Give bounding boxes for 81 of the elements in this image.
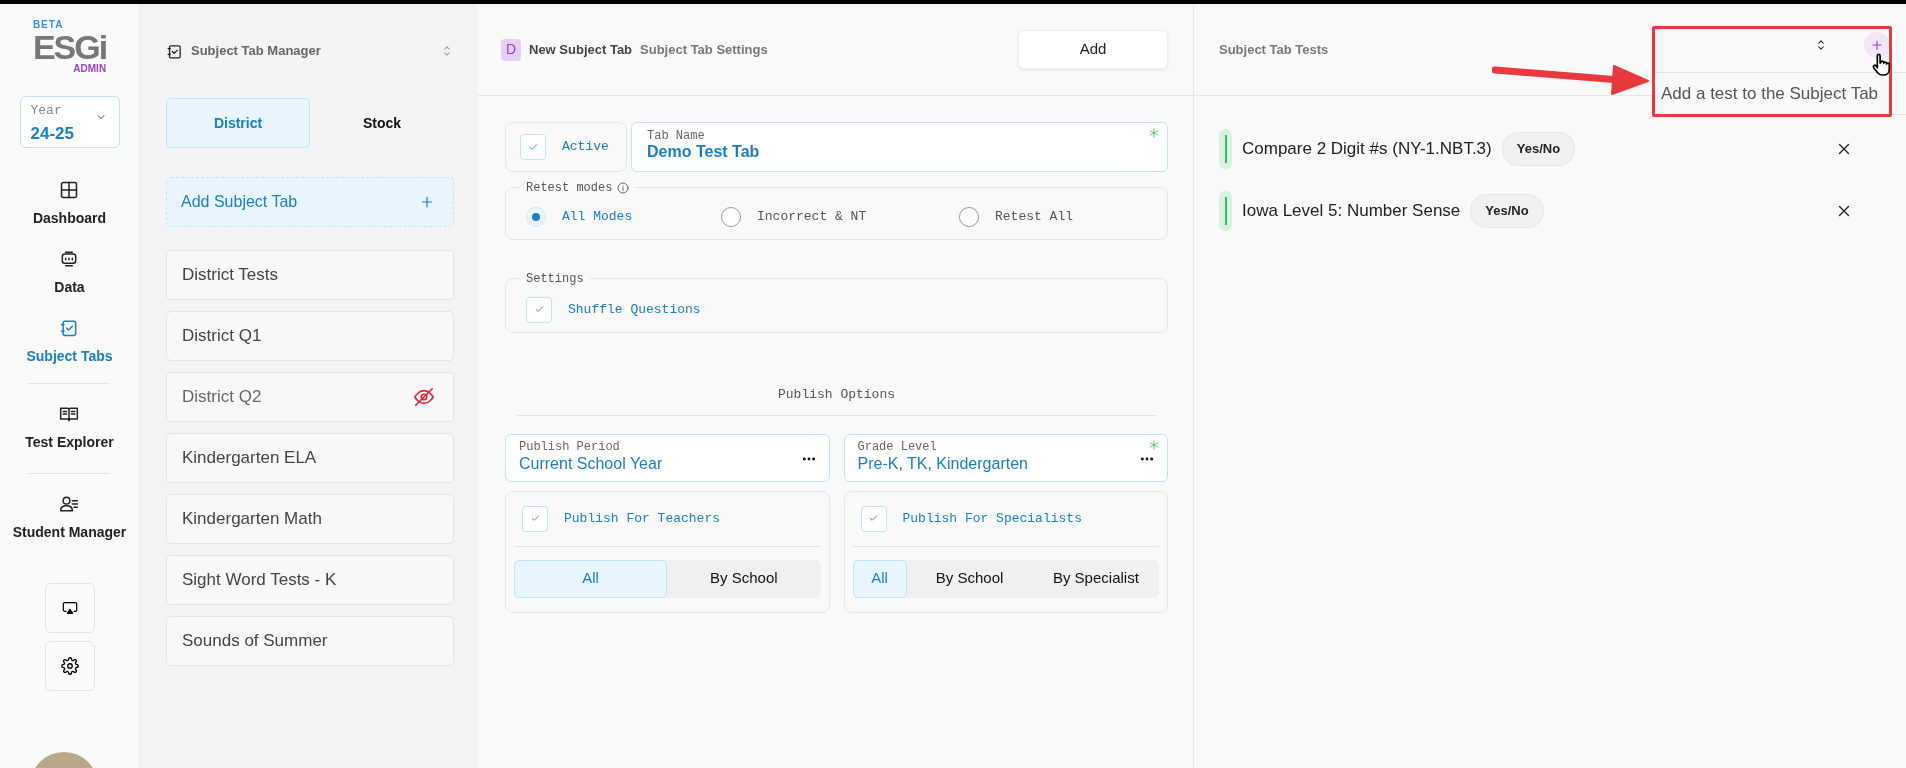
radio-button[interactable] xyxy=(721,206,741,227)
status-bar-mark xyxy=(1219,191,1232,231)
segment-option[interactable]: By School xyxy=(667,559,821,598)
segment-option[interactable]: By Specialist xyxy=(1032,559,1159,598)
section-label: Settings xyxy=(526,271,584,288)
radio-option[interactable]: All Modes xyxy=(526,206,721,227)
section-heading: Publish Options xyxy=(778,386,895,404)
check-icon xyxy=(529,513,541,524)
check-icon xyxy=(868,513,879,524)
field-label: Publish Period xyxy=(519,440,620,454)
user-list-icon xyxy=(59,494,80,514)
subject-tab-item[interactable]: Kindergarten Math xyxy=(166,494,454,544)
segment-option[interactable]: All xyxy=(852,559,907,598)
tooltip: Add a test to the Subject Tab xyxy=(1652,72,1906,115)
checkbox-label[interactable]: Publish For Teachers xyxy=(564,508,721,529)
nav-item[interactable]: Dashboard xyxy=(32,170,107,239)
nav-item[interactable]: Student Manager xyxy=(12,480,127,557)
plus-icon xyxy=(419,194,435,210)
checkbox-label[interactable]: Publish For Specialists xyxy=(902,508,1082,529)
add-test-button[interactable] xyxy=(1864,31,1890,58)
status-bar-mark xyxy=(1219,129,1232,169)
panel-title: Subject Tab Tests xyxy=(1219,40,1329,59)
dropdown-field[interactable]: Grade Level Pre-K, TK, Kindergarten xyxy=(843,433,1168,482)
radio-option[interactable]: Incorrect & NT xyxy=(721,206,959,227)
checkbox[interactable] xyxy=(522,505,548,532)
book-icon xyxy=(59,404,80,424)
test-type: Yes/No xyxy=(1470,194,1544,228)
radio-option[interactable]: Retest All xyxy=(959,206,1109,227)
tab-name-field[interactable]: Tab Name Demo Test Tab xyxy=(631,122,1168,172)
year-label: Year xyxy=(30,102,62,120)
test-type: Yes/No xyxy=(1501,132,1576,166)
panel-title: Subject Tab Manager xyxy=(191,42,321,61)
plus-icon xyxy=(1870,37,1884,52)
field-value: Pre-K, TK, Kindergarten xyxy=(857,453,1028,474)
year-dropdown[interactable]: Year 24-25 xyxy=(19,96,120,148)
segment-option[interactable]: By School xyxy=(906,559,1033,598)
field-value: Demo Test Tab xyxy=(647,142,761,162)
info-icon xyxy=(617,182,630,194)
check-icon xyxy=(533,304,545,315)
subject-tab-item[interactable]: Sight Word Tests - K xyxy=(166,555,454,605)
tab-title: New Subject Tab xyxy=(529,40,633,59)
checkbox[interactable] xyxy=(526,296,552,323)
checkbox[interactable] xyxy=(860,505,887,532)
beta-label: BETA xyxy=(32,20,65,30)
field-value: Current School Year xyxy=(519,453,663,474)
checkbox-label[interactable]: Shuffle Questions xyxy=(568,299,701,320)
settings-button[interactable] xyxy=(44,641,95,691)
add-subject-tab-button[interactable]: Add Subject Tab xyxy=(166,177,454,227)
logo-text: ESGi xyxy=(32,30,107,64)
nav-item[interactable]: Subject Tabs xyxy=(26,308,113,377)
subject-tab-item[interactable]: District Tests xyxy=(166,250,454,300)
nav-item[interactable]: Test Explorer xyxy=(25,390,114,467)
active-toggle[interactable]: Active xyxy=(505,122,627,172)
admin-label: ADMIN xyxy=(73,64,107,74)
subject-tab-item[interactable]: District Q1 xyxy=(166,311,454,361)
subject-tab-item[interactable]: Kindergarten ELA xyxy=(166,433,454,483)
year-value: 24-25 xyxy=(30,122,74,145)
nav-item[interactable]: Data xyxy=(54,239,85,308)
checklist-icon xyxy=(166,42,183,60)
tab[interactable]: District xyxy=(166,98,310,148)
test-name: Compare 2 Digit #s (NY-1.NBT.3) xyxy=(1242,138,1492,161)
test-name: Iowa Level 5: Number Sense xyxy=(1242,200,1461,223)
subject-tab-item[interactable]: District Q2 xyxy=(166,372,454,422)
checkbox[interactable] xyxy=(520,134,546,160)
grid-icon xyxy=(59,180,80,200)
field-label: Grade Level xyxy=(857,440,937,454)
cast-button[interactable] xyxy=(44,583,95,633)
dropdown-field[interactable]: Publish Period Current School Year xyxy=(505,433,830,482)
screen-icon xyxy=(61,600,78,616)
radio-button[interactable] xyxy=(959,206,979,227)
section-label: Retest modes xyxy=(526,180,613,197)
letter-badge: D xyxy=(501,38,521,61)
logo[interactable]: BETA ESGi ADMIN xyxy=(32,20,107,74)
subject-tab-item[interactable]: Sounds of Summer xyxy=(166,616,454,666)
tab[interactable]: Stock xyxy=(310,98,454,148)
check-icon xyxy=(527,141,539,153)
settings-icon xyxy=(60,657,79,675)
add-button[interactable]: Add xyxy=(1018,30,1168,69)
field-label: Tab Name xyxy=(647,130,706,142)
segment-option[interactable]: All xyxy=(514,559,668,598)
tab-subtitle: Subject Tab Settings xyxy=(640,40,768,59)
